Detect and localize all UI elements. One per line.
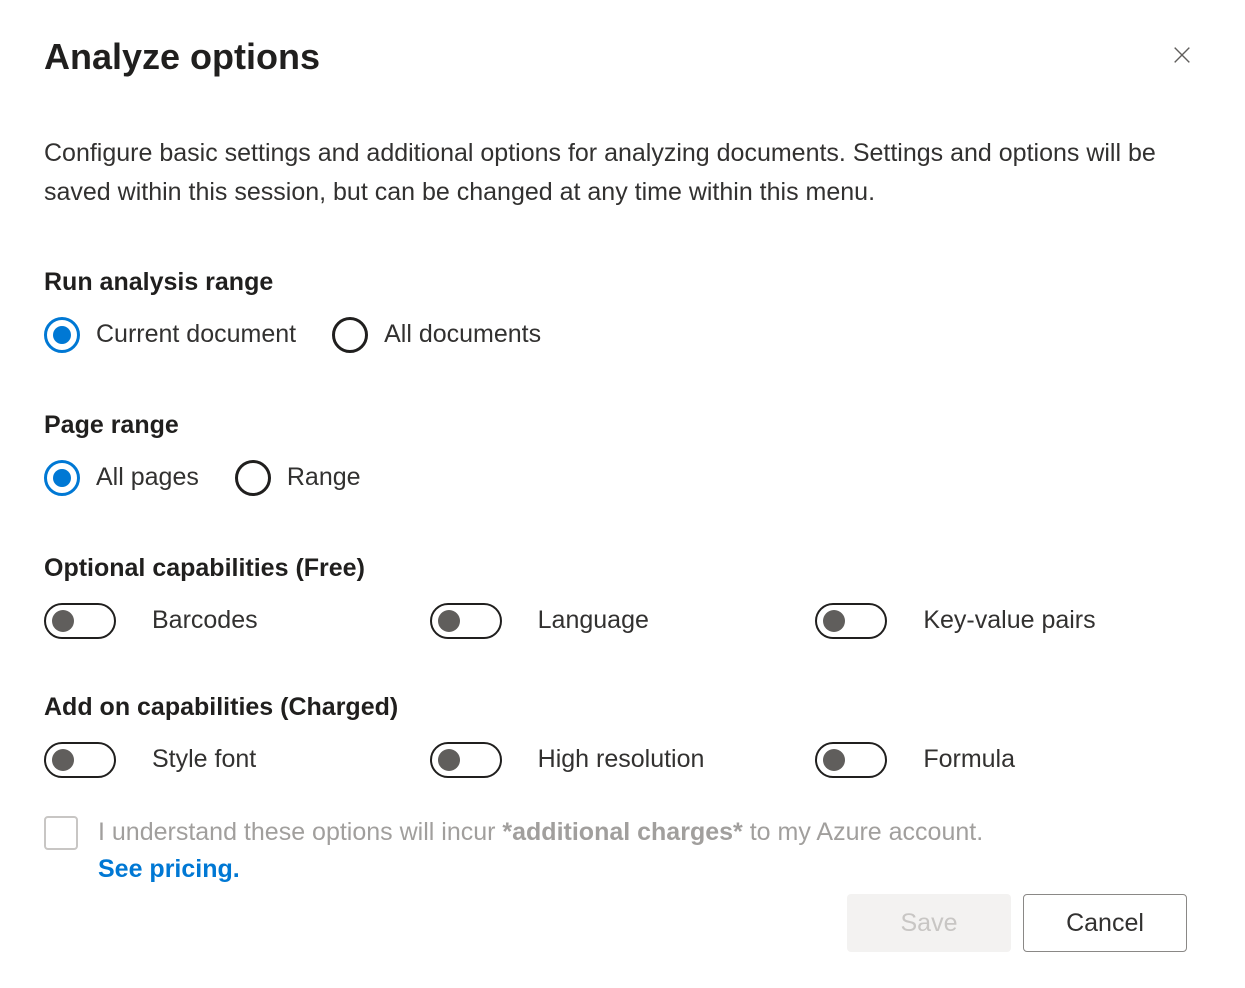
consent-suffix: to my Azure account. xyxy=(743,818,983,846)
run-range-label: Run analysis range xyxy=(44,268,1201,297)
toggle-label: Key-value pairs xyxy=(923,606,1095,635)
toggle-option-stylefont: Style font xyxy=(44,742,430,778)
save-button[interactable]: Save xyxy=(847,894,1011,952)
toggle-option-language: Language xyxy=(430,603,816,639)
panel-header: Analyze options xyxy=(44,36,1201,78)
radio-icon xyxy=(44,460,80,496)
toggle-option-highres: High resolution xyxy=(430,742,816,778)
radio-all-pages[interactable]: All pages xyxy=(44,460,199,496)
close-button[interactable] xyxy=(1163,36,1201,74)
radio-icon xyxy=(235,460,271,496)
toggle-label: Language xyxy=(538,606,649,635)
run-range-group: Current document All documents xyxy=(44,317,1201,353)
panel-footer: Save Cancel xyxy=(847,894,1187,952)
see-pricing-link[interactable]: See pricing. xyxy=(98,851,240,889)
toggle-barcodes[interactable] xyxy=(44,603,116,639)
toggle-language[interactable] xyxy=(430,603,502,639)
toggle-knob-icon xyxy=(438,610,460,632)
radio-current-document[interactable]: Current document xyxy=(44,317,296,353)
consent-text: I understand these options will incur *a… xyxy=(98,814,983,889)
toggle-knob-icon xyxy=(52,749,74,771)
optional-free-toggles: Barcodes Language Key-value pairs xyxy=(44,603,1201,639)
radio-range[interactable]: Range xyxy=(235,460,361,496)
panel-title: Analyze options xyxy=(44,36,320,78)
toggle-formula[interactable] xyxy=(815,742,887,778)
addon-charged-toggles: Style font High resolution Formula xyxy=(44,742,1201,778)
toggle-knob-icon xyxy=(52,610,74,632)
toggle-option-barcodes: Barcodes xyxy=(44,603,430,639)
toggle-knob-icon xyxy=(823,749,845,771)
radio-label: Range xyxy=(287,463,361,492)
consent-checkbox[interactable] xyxy=(44,816,78,850)
radio-icon xyxy=(332,317,368,353)
radio-all-documents[interactable]: All documents xyxy=(332,317,541,353)
page-range-label: Page range xyxy=(44,411,1201,440)
cancel-button[interactable]: Cancel xyxy=(1023,894,1187,952)
close-icon xyxy=(1171,44,1193,66)
toggle-key-value-pairs[interactable] xyxy=(815,603,887,639)
radio-label: All pages xyxy=(96,463,199,492)
radio-label: Current document xyxy=(96,320,296,349)
panel-description: Configure basic settings and additional … xyxy=(44,134,1201,212)
addon-charged-label: Add on capabilities (Charged) xyxy=(44,693,1201,722)
optional-free-label: Optional capabilities (Free) xyxy=(44,554,1201,583)
toggle-option-formula: Formula xyxy=(815,742,1201,778)
toggle-style-font[interactable] xyxy=(44,742,116,778)
toggle-high-resolution[interactable] xyxy=(430,742,502,778)
toggle-label: Formula xyxy=(923,745,1015,774)
radio-label: All documents xyxy=(384,320,541,349)
toggle-knob-icon xyxy=(823,610,845,632)
toggle-label: Style font xyxy=(152,745,256,774)
analyze-options-panel: Analyze options Configure basic settings… xyxy=(0,0,1245,889)
toggle-option-keyvalue: Key-value pairs xyxy=(815,603,1201,639)
toggle-knob-icon xyxy=(438,749,460,771)
toggle-label: High resolution xyxy=(538,745,705,774)
consent-bold: *additional charges* xyxy=(502,818,742,846)
consent-row: I understand these options will incur *a… xyxy=(44,814,1201,889)
page-range-group: All pages Range xyxy=(44,460,1201,496)
consent-prefix: I understand these options will incur xyxy=(98,818,502,846)
radio-icon xyxy=(44,317,80,353)
toggle-label: Barcodes xyxy=(152,606,258,635)
